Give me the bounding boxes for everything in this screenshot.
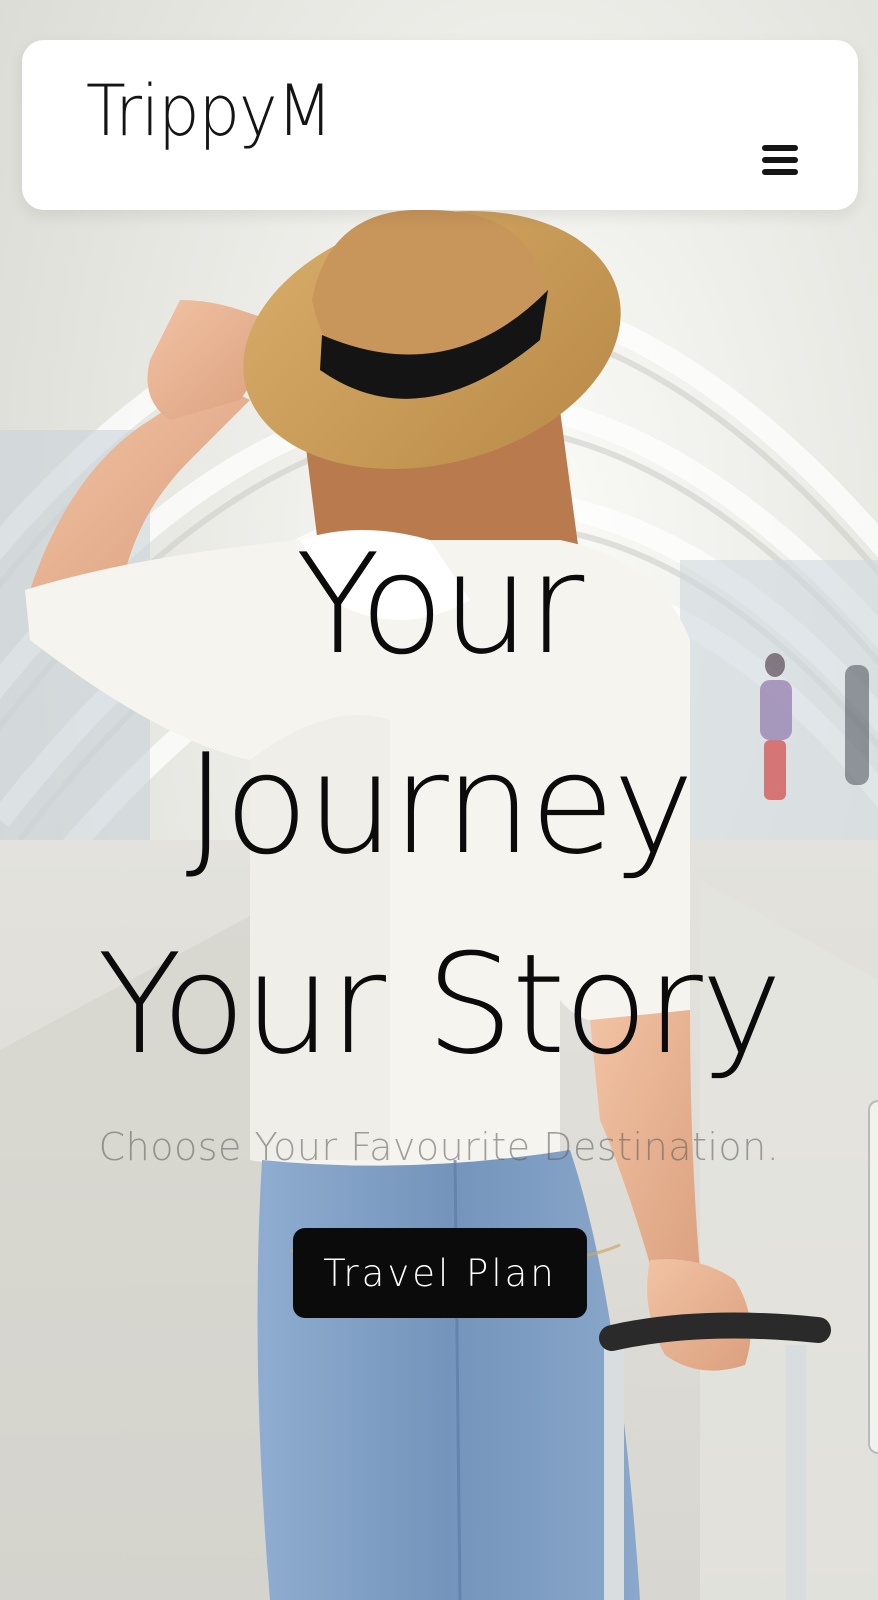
hero-subtitle: Choose Your Favourite Destination. <box>98 1125 780 1169</box>
hero-heading: Your Journey Your Story <box>0 505 878 1105</box>
hero-heading-line-2: Journey <box>185 724 695 885</box>
site-header: TrippyM <box>22 40 858 210</box>
brand-logo[interactable]: TrippyM <box>86 76 333 146</box>
hamburger-menu-icon <box>762 145 798 175</box>
hero-heading-line-3: Your Story <box>97 924 782 1085</box>
hero-heading-line-1: Your <box>295 524 585 685</box>
travel-plan-button[interactable]: Travel Plan <box>293 1228 587 1318</box>
scroll-indicator[interactable] <box>868 1100 878 1454</box>
hamburger-menu-button[interactable] <box>756 136 804 184</box>
